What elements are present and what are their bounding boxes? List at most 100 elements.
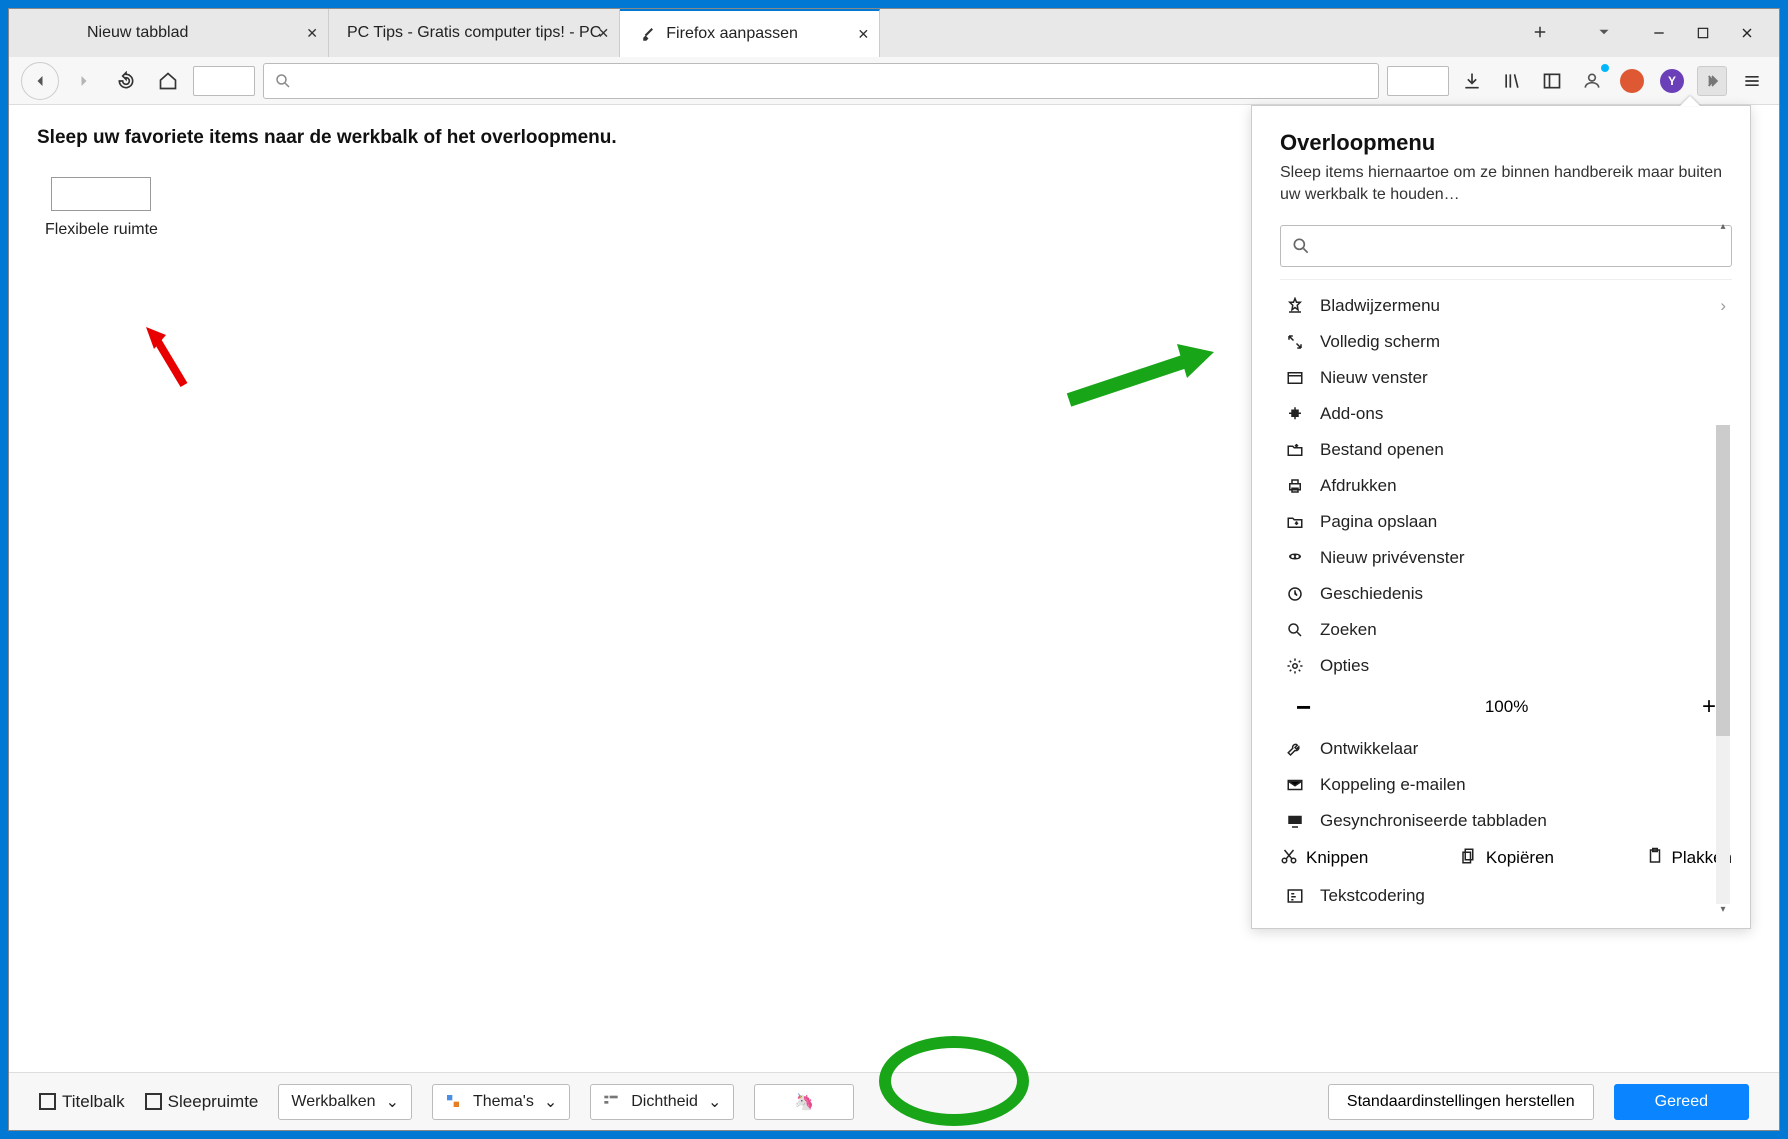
bookmark-icon [1284, 295, 1306, 317]
tab-label: PC Tips - Gratis computer tips! - PC [347, 24, 601, 42]
menu-label: Zoeken [1320, 620, 1377, 640]
zoom-controls: − 100% + [1280, 684, 1732, 731]
themes-dropdown[interactable]: Thema's ⌄ [432, 1084, 570, 1120]
tab-label: Nieuw tabblad [87, 24, 188, 42]
menu-print[interactable]: Afdrukken [1280, 468, 1732, 504]
menu-label: Geschiedenis [1320, 584, 1423, 604]
mask-icon [1284, 547, 1306, 569]
menu-bookmarks[interactable]: Bladwijzermenu › [1280, 288, 1732, 324]
done-button[interactable]: Gereed [1614, 1084, 1749, 1120]
menu-developer[interactable]: Ontwikkelaar [1280, 731, 1732, 767]
density-dropdown[interactable]: Dichtheid ⌄ [590, 1084, 734, 1120]
zoom-out-button[interactable]: − [1296, 692, 1311, 723]
flexible-space[interactable] [193, 66, 255, 96]
cut-icon [1280, 847, 1298, 870]
menu-label: Opties [1320, 656, 1369, 676]
menu-fullscreen[interactable]: Volledig scherm [1280, 324, 1732, 360]
zoom-level: 100% [1485, 697, 1528, 717]
menu-options[interactable]: Opties [1280, 648, 1732, 684]
annotation-green-arrow-icon [1059, 340, 1219, 420]
search-icon [274, 72, 292, 90]
menu-email[interactable]: Koppeling e-mailen [1280, 767, 1732, 803]
unicorn-button[interactable]: 🦄 [754, 1084, 854, 1120]
overflow-button[interactable] [1697, 66, 1727, 96]
window-controls [1499, 9, 1779, 57]
edit-controls: Knippen Kopiëren Plakken [1280, 839, 1732, 878]
new-window-icon [1284, 367, 1306, 389]
menu-label: Nieuw venster [1320, 368, 1428, 388]
extension-button-2[interactable]: Y [1657, 66, 1687, 96]
chevron-down-icon: ⌄ [544, 1092, 557, 1112]
cut-button[interactable]: Knippen [1280, 847, 1368, 870]
reload-button[interactable] [109, 64, 143, 98]
extension-button-1[interactable] [1617, 66, 1647, 96]
menu-search[interactable]: Zoeken [1280, 612, 1732, 648]
scroll-thumb[interactable] [1716, 425, 1730, 736]
sidebar-button[interactable] [1537, 66, 1567, 96]
scrollbar[interactable] [1716, 425, 1730, 904]
tab-label: Firefox aanpassen [666, 25, 798, 43]
menu-label: Koppeling e-mailen [1320, 775, 1466, 795]
close-icon[interactable]: ✕ [858, 26, 870, 43]
menu-label: Afdrukken [1320, 476, 1397, 496]
notification-dot-icon [1601, 64, 1609, 72]
hamburger-menu-button[interactable] [1737, 66, 1767, 96]
new-tab-button[interactable] [1531, 23, 1551, 43]
wrench-icon [1284, 738, 1306, 760]
close-window-button[interactable] [1737, 23, 1757, 43]
annotation-red-arrow-icon [144, 325, 204, 395]
close-icon[interactable]: ✕ [598, 25, 610, 42]
menu-label: Bladwijzermenu [1320, 296, 1440, 316]
menu-addons[interactable]: Add-ons [1280, 396, 1732, 432]
flexible-space-item[interactable]: Flexibele ruimte [45, 177, 158, 239]
menu-savepage[interactable]: Pagina opslaan [1280, 504, 1732, 540]
overflow-description: Sleep items hiernaartoe om ze binnen han… [1280, 162, 1732, 207]
overflow-search-input[interactable] [1280, 225, 1732, 267]
restore-defaults-button[interactable]: Standaardinstellingen herstellen [1328, 1084, 1594, 1120]
titlebar-checkbox[interactable]: Titelbalk [39, 1092, 125, 1112]
titlebar: Nieuw tabblad ✕ PC Tips - Gratis compute… [9, 9, 1779, 57]
flexible-space[interactable] [1387, 66, 1449, 96]
overflow-title: Overloopmenu [1280, 130, 1732, 156]
account-button[interactable] [1577, 66, 1607, 96]
minimize-button[interactable] [1649, 23, 1669, 43]
maximize-button[interactable] [1693, 23, 1713, 43]
copy-button[interactable]: Kopiëren [1460, 847, 1554, 870]
back-button[interactable] [21, 62, 59, 100]
puzzle-icon [1284, 403, 1306, 425]
menu-private[interactable]: Nieuw privévenster [1280, 540, 1732, 576]
dragspace-checkbox[interactable]: Sleepruimte [145, 1092, 259, 1112]
mail-icon [1284, 774, 1306, 796]
close-icon[interactable]: ✕ [306, 25, 318, 42]
tab-new[interactable]: Nieuw tabblad ✕ [69, 9, 329, 57]
gear-icon [1284, 655, 1306, 677]
paste-icon [1646, 847, 1664, 870]
tabs-dropdown-icon[interactable] [1595, 23, 1615, 43]
menu-openfile[interactable]: Bestand openen [1280, 432, 1732, 468]
menu-encoding[interactable]: Tekstcodering › [1280, 878, 1732, 914]
fullscreen-icon [1284, 331, 1306, 353]
forward-button[interactable] [67, 64, 101, 98]
checkbox-icon [39, 1093, 56, 1110]
home-button[interactable] [151, 64, 185, 98]
history-icon [1284, 583, 1306, 605]
tab-customize[interactable]: Firefox aanpassen ✕ [620, 9, 880, 57]
content-area: Sleep uw favoriete items naar de werkbal… [9, 105, 1779, 1072]
unicorn-icon: 🦄 [794, 1092, 814, 1112]
flexible-space-preview [51, 177, 151, 211]
menu-synced[interactable]: Gesynchroniseerde tabbladen › [1280, 803, 1732, 839]
url-bar[interactable] [263, 63, 1379, 99]
menu-newwindow[interactable]: Nieuw venster [1280, 360, 1732, 396]
library-button[interactable] [1497, 66, 1527, 96]
print-icon [1284, 475, 1306, 497]
encoding-icon [1284, 885, 1306, 907]
scroll-down-icon[interactable]: ▾ [1716, 904, 1730, 918]
tab-pctips[interactable]: PC Tips - Gratis computer tips! - PC ✕ [329, 9, 620, 57]
downloads-button[interactable] [1457, 66, 1487, 96]
scroll-up-icon[interactable]: ▴ [1716, 221, 1730, 235]
menu-history[interactable]: Geschiedenis › [1280, 576, 1732, 612]
menu-label: Nieuw privévenster [1320, 548, 1465, 568]
toolbars-dropdown[interactable]: Werkbalken ⌄ [278, 1084, 412, 1120]
zoom-in-button[interactable]: + [1702, 693, 1716, 721]
theme-icon [445, 1093, 463, 1111]
